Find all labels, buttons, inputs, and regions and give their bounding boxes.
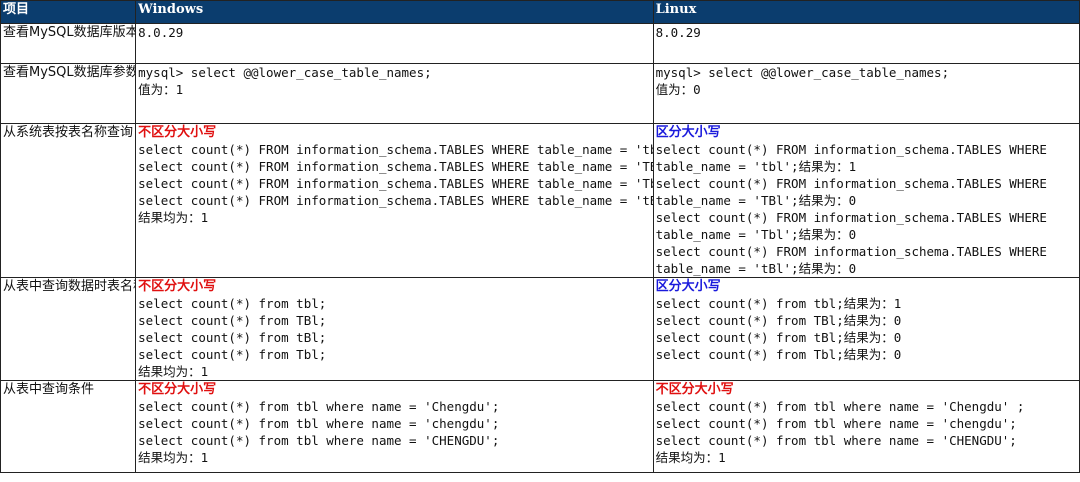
linux-line: select count(*) from tbl;结果为：1 [655,296,902,311]
row-where-condition: 从表中查询条件 不区分大小写 select count(*) from tbl … [0,380,1080,473]
windows-line: select count(*) from Tbl; [138,347,327,362]
windows-line: 结果均为：1 [138,364,209,379]
linux-cell: 8.0.29 [652,23,1080,64]
row-label: 从表中查询数据时表名称 [0,277,137,381]
linux-line: select count(*) from Tbl;结果为：0 [655,347,902,362]
case-insensitive-heading: 不区分大小写 [138,382,217,397]
windows-line: select count(*) FROM information_schema.… [138,176,654,191]
comparison-table: 项目 Windows Linux 查看MySQL数据库版本 8.0.29 8.0… [0,0,1080,473]
linux-line: table_name = 'tbl';结果为：1 [655,159,857,174]
windows-cell: 不区分大小写 select count(*) FROM information_… [135,123,654,278]
windows-line: select count(*) FROM information_schema.… [138,159,654,174]
linux-line: select count(*) FROM information_schema.… [655,176,1047,191]
row-label: 从系统表按表名称查询 [0,123,137,278]
windows-line: 8.0.29 [138,25,184,40]
linux-line: mysql> select @@lower_case_table_names; [655,65,950,80]
windows-line: select count(*) from tbl where name = 'C… [138,399,500,414]
header-windows: Windows [135,0,654,24]
case-insensitive-heading: 不区分大小写 [138,279,217,294]
windows-line: select count(*) from tbl where name = 'C… [138,433,500,448]
row-system-table-query: 从系统表按表名称查询 不区分大小写 select count(*) FROM i… [0,123,1080,278]
windows-cell: 不区分大小写 select count(*) from tbl; select … [135,277,654,381]
case-insensitive-heading: 不区分大小写 [655,382,734,397]
windows-line: mysql> select @@lower_case_table_names; [138,65,432,80]
windows-cell: 8.0.29 [135,23,654,64]
windows-line: select count(*) from tBl; [138,330,327,345]
linux-line: select count(*) FROM information_schema.… [655,142,1047,157]
case-insensitive-heading: 不区分大小写 [138,125,217,140]
windows-line: 值为：1 [138,82,184,97]
windows-cell: 不区分大小写 select count(*) from tbl where na… [135,380,654,473]
linux-line: select count(*) from tbl where name = 'C… [655,433,1017,448]
windows-line: select count(*) FROM information_schema.… [138,142,654,157]
linux-cell: 不区分大小写 select count(*) from tbl where na… [652,380,1080,473]
linux-line: table_name = 'Tbl';结果为：0 [655,227,857,242]
windows-line: select count(*) from tbl where name = 'c… [138,416,500,431]
windows-line: 结果均为：1 [138,450,209,465]
windows-line: select count(*) from tbl; [138,296,327,311]
linux-line: table_name = 'TBl';结果为：0 [655,193,857,208]
linux-cell: 区分大小写 select count(*) FROM information_s… [652,123,1080,278]
linux-line: select count(*) from tbl where name = 'c… [655,416,1017,431]
header-item: 项目 [0,0,137,24]
linux-cell: 区分大小写 select count(*) from tbl;结果为：1 sel… [652,277,1080,381]
linux-line: 值为：0 [655,82,701,97]
linux-line: select count(*) from TBl;结果为：0 [655,313,902,328]
case-sensitive-heading: 区分大小写 [655,125,721,140]
row-label: 查看MySQL数据库版本 [0,23,137,64]
header-row: 项目 Windows Linux [0,0,1080,24]
linux-line: select count(*) from tBl;结果为：0 [655,330,902,345]
linux-cell: mysql> select @@lower_case_table_names; … [652,63,1080,124]
windows-cell: mysql> select @@lower_case_table_names; … [135,63,654,124]
linux-line: 结果均为：1 [655,450,726,465]
row-parameter: 查看MySQL数据库参数lower_case_table_names mysql… [0,63,1080,124]
header-linux: Linux [652,0,1080,24]
windows-line: 结果均为：1 [138,210,209,225]
row-table-name-query: 从表中查询数据时表名称 不区分大小写 select count(*) from … [0,277,1080,381]
row-version: 查看MySQL数据库版本 8.0.29 8.0.29 [0,23,1080,64]
row-label: 从表中查询条件 [0,380,137,473]
linux-line: table_name = 'tBl';结果为：0 [655,261,857,276]
linux-line: select count(*) FROM information_schema.… [655,244,1047,259]
linux-line: select count(*) FROM information_schema.… [655,210,1047,225]
linux-line: 8.0.29 [655,25,701,40]
row-label: 查看MySQL数据库参数lower_case_table_names [0,63,137,124]
case-sensitive-heading: 区分大小写 [655,279,721,294]
linux-line: select count(*) from tbl where name = 'C… [655,399,1025,414]
windows-line: select count(*) from TBl; [138,313,327,328]
windows-line: select count(*) FROM information_schema.… [138,193,654,208]
